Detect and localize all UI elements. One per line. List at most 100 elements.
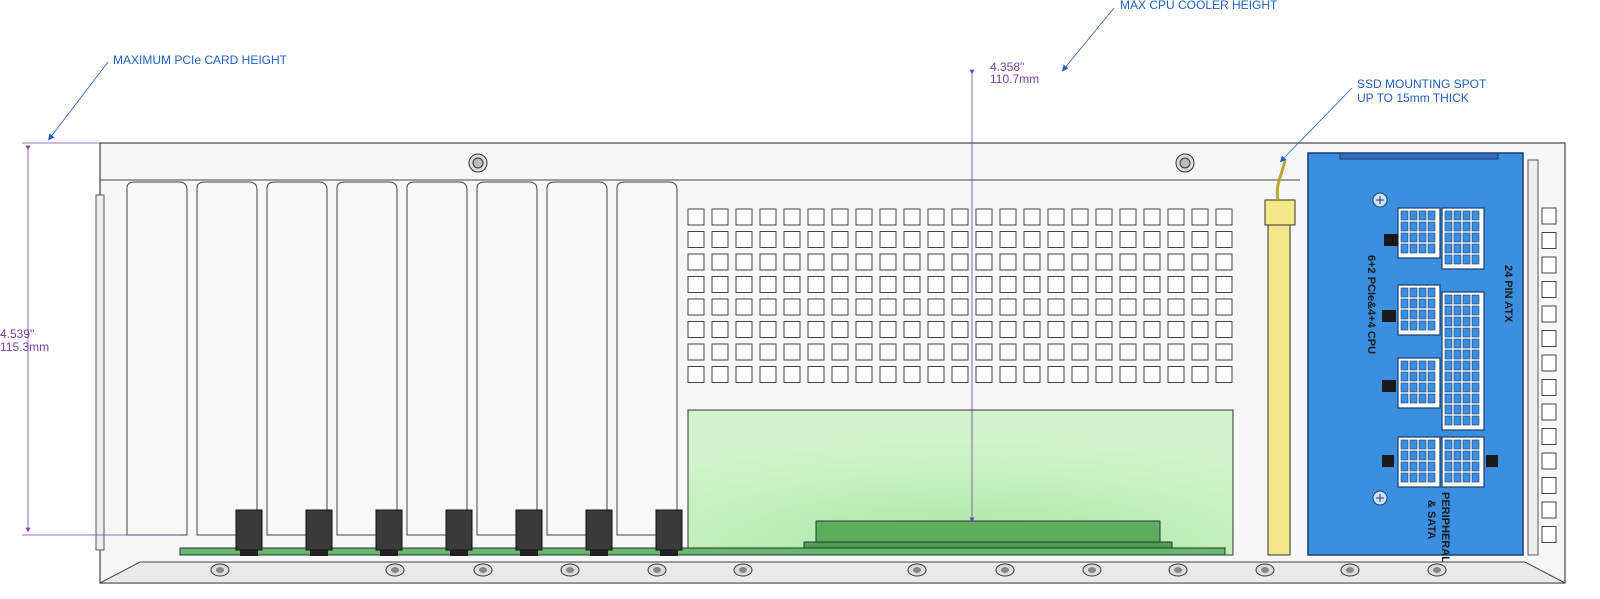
mount-hole-center	[1001, 567, 1009, 573]
mount-hole-center	[216, 567, 224, 573]
vent-hole-icon	[1023, 366, 1041, 383]
vent-hole-icon	[687, 366, 705, 383]
vent-hole-icon	[1143, 366, 1161, 383]
bracket-foot	[590, 550, 608, 556]
connector-pin	[1462, 472, 1471, 483]
vent-hole-icon	[951, 208, 969, 226]
connector-pin	[1409, 461, 1418, 472]
connector-pin	[1418, 232, 1427, 243]
connector-pin	[1427, 298, 1436, 309]
vent-hole-icon	[999, 343, 1017, 361]
vent-hole-icon	[831, 208, 849, 226]
mount-hole-center	[391, 567, 399, 573]
connector-pin	[1418, 461, 1427, 472]
vent-hole-icon	[999, 276, 1017, 293]
port-latch	[1382, 310, 1396, 322]
vent-hole-icon	[1119, 321, 1137, 338]
connector-pin	[1418, 210, 1427, 221]
mount-hole-center	[653, 567, 661, 573]
vent-hole-icon	[735, 366, 753, 383]
connector-pin	[1462, 382, 1471, 393]
connector-pin	[1453, 404, 1462, 415]
vent-hole-icon	[807, 276, 825, 293]
connector-pin	[1409, 393, 1418, 404]
connector-pin	[1471, 472, 1480, 483]
connector-pin	[1400, 461, 1409, 472]
vent-hole-icon	[1191, 253, 1209, 271]
connector-pin	[1453, 221, 1462, 232]
connector-pin	[1400, 221, 1409, 232]
vent-hole-icon	[831, 231, 849, 248]
vent-hole-icon	[1143, 276, 1161, 293]
side-vent-slot	[1541, 403, 1557, 421]
vent-hole-icon	[1047, 253, 1065, 271]
pcie-slot-cover	[406, 181, 468, 536]
vent-hole-icon	[903, 321, 921, 338]
pcie-dim-inches: 4.539"	[0, 327, 34, 341]
connector-pin	[1400, 243, 1409, 254]
connector-pin	[1409, 472, 1418, 483]
callout-ssd-line2: UP TO 15mm THICK	[1357, 91, 1469, 105]
connector-pin	[1453, 210, 1462, 221]
vent-hole-icon	[1119, 343, 1137, 361]
vent-hole-icon	[1191, 321, 1209, 338]
vent-hole-icon	[1095, 366, 1113, 383]
connector-pin	[1418, 393, 1427, 404]
pcie-bracket	[235, 509, 263, 551]
connector-pin	[1444, 305, 1453, 316]
connector-pin	[1471, 360, 1480, 371]
connector-pin	[1400, 439, 1409, 450]
connector-pin	[1453, 415, 1462, 426]
connector-pin	[1462, 316, 1471, 327]
vent-hole-icon	[1167, 208, 1185, 226]
vent-hole-icon	[951, 276, 969, 293]
vent-hole-icon	[951, 253, 969, 271]
screw-icon	[1175, 153, 1195, 173]
vent-hole-icon	[975, 366, 993, 383]
vent-hole-icon	[735, 208, 753, 226]
vent-hole-icon	[711, 231, 729, 248]
mount-hole-center	[566, 567, 574, 573]
vent-hole-icon	[1023, 253, 1041, 271]
psu-label-peripheral: PERIPHERAL	[1439, 492, 1451, 563]
connector-pin	[1418, 298, 1427, 309]
connector-pin	[1400, 298, 1409, 309]
connector-pin	[1427, 450, 1436, 461]
connector-pin	[1471, 439, 1480, 450]
side-vent-slot	[1541, 379, 1557, 396]
connector-pin	[1462, 461, 1471, 472]
connector-pin	[1462, 254, 1471, 265]
pcie-dim-mm: 115.3mm	[0, 340, 49, 354]
vent-hole-icon	[807, 231, 825, 248]
vent-hole-icon	[855, 343, 873, 361]
connector-pin	[1400, 393, 1409, 404]
bracket-foot	[660, 550, 678, 556]
vent-hole-icon	[783, 276, 801, 293]
vent-hole-icon	[831, 343, 849, 361]
vent-hole-icon	[735, 276, 753, 293]
connector-pin	[1444, 232, 1453, 243]
connector-pin	[1444, 349, 1453, 360]
connector-pin	[1453, 461, 1462, 472]
vent-hole-icon	[903, 253, 921, 271]
pcie-slot-cover	[266, 181, 328, 536]
vent-hole-icon	[855, 321, 873, 338]
vent-hole-icon	[1215, 253, 1233, 271]
connector-pin	[1453, 338, 1462, 349]
vent-hole-icon	[1143, 231, 1161, 248]
vent-hole-icon	[1071, 231, 1089, 248]
connector-pin	[1453, 472, 1462, 483]
vent-hole-icon	[1143, 253, 1161, 271]
connector-pin	[1409, 298, 1418, 309]
vent-hole-icon	[903, 208, 921, 226]
vent-hole-icon	[831, 276, 849, 293]
vent-hole-icon	[687, 321, 705, 338]
vent-hole-icon	[711, 343, 729, 361]
vent-hole-icon	[999, 366, 1017, 383]
connector-pin	[1427, 232, 1436, 243]
mount-hole-center	[1174, 567, 1182, 573]
connector-pin	[1462, 305, 1471, 316]
bracket-foot	[520, 550, 538, 556]
connector-pin	[1453, 349, 1462, 360]
vent-hole-icon	[1047, 343, 1065, 361]
